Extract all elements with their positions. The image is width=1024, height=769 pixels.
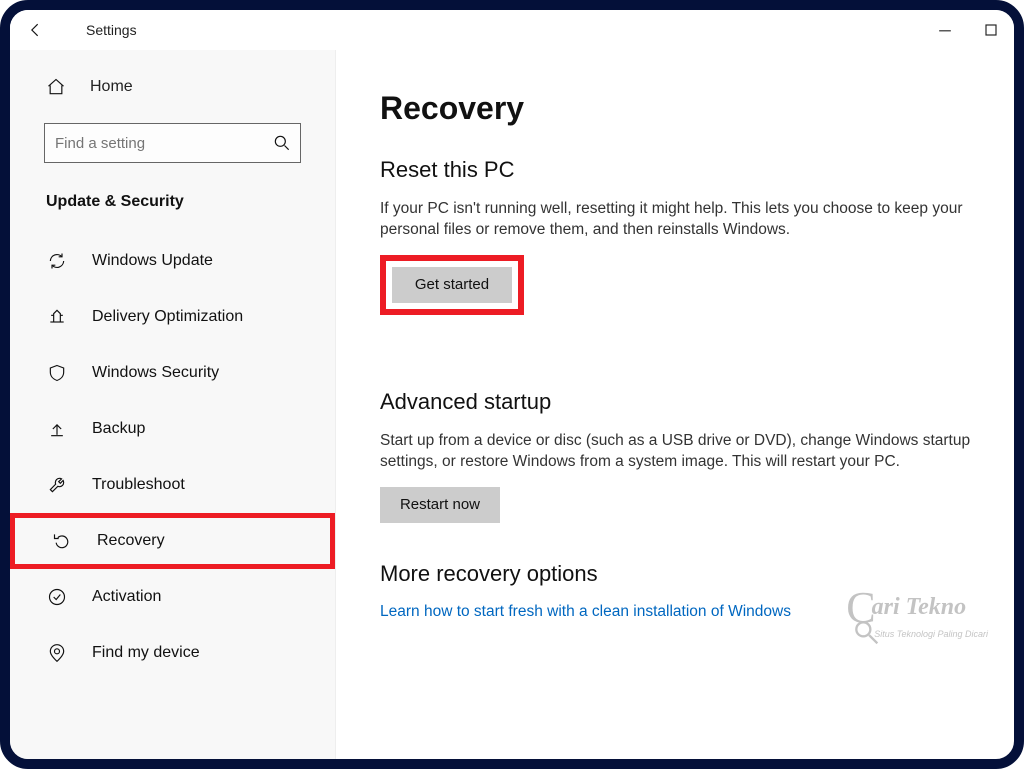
window-title: Settings xyxy=(86,22,137,38)
sidebar-nav-list: Windows Update Delivery Optimization Win… xyxy=(10,233,335,681)
home-icon xyxy=(44,77,68,97)
watermark-brand: ari Tekno xyxy=(872,594,966,621)
maximize-button[interactable] xyxy=(968,10,1014,50)
back-button[interactable] xyxy=(16,10,56,50)
backup-icon xyxy=(44,419,70,439)
delivery-icon xyxy=(44,307,70,327)
watermark-tagline: Situs Teknologi Paling Dicari xyxy=(874,629,988,639)
sidebar-item-recovery[interactable]: Recovery xyxy=(10,513,335,569)
reset-pc-heading: Reset this PC xyxy=(380,157,984,183)
sidebar-item-label: Troubleshoot xyxy=(92,476,185,494)
sidebar-item-windows-update[interactable]: Windows Update xyxy=(10,233,335,289)
reset-pc-body: If your PC isn't running well, resetting… xyxy=(380,199,984,241)
get-started-highlight: Get started xyxy=(380,255,524,315)
search-input[interactable] xyxy=(45,135,264,152)
search-icon xyxy=(264,133,300,153)
minimize-icon xyxy=(935,20,955,40)
sidebar-item-delivery-optimization[interactable]: Delivery Optimization xyxy=(10,289,335,345)
advanced-startup-body: Start up from a device or disc (such as … xyxy=(380,431,984,473)
search-box[interactable] xyxy=(44,123,301,163)
sidebar-item-label: Windows Update xyxy=(92,252,213,270)
sidebar-item-activation[interactable]: Activation xyxy=(10,569,335,625)
check-circle-icon xyxy=(44,587,70,607)
sidebar-item-label: Recovery xyxy=(97,532,165,550)
sidebar-item-label: Find my device xyxy=(92,644,200,662)
restart-now-button[interactable]: Restart now xyxy=(380,487,500,523)
sidebar-item-find-my-device[interactable]: Find my device xyxy=(10,625,335,681)
maximize-icon xyxy=(981,20,1001,40)
minimize-button[interactable] xyxy=(922,10,968,50)
sidebar-item-label: Windows Security xyxy=(92,364,219,382)
sidebar-item-backup[interactable]: Backup xyxy=(10,401,335,457)
sidebar-category-title: Update & Security xyxy=(10,181,335,233)
page-title: Recovery xyxy=(380,90,984,127)
watermark: C ari Tekno Situs Teknologi Paling Dicar… xyxy=(846,582,988,639)
sidebar-item-label: Activation xyxy=(92,588,161,606)
sidebar-item-label: Delivery Optimization xyxy=(92,308,243,326)
sync-icon xyxy=(44,251,70,271)
sidebar-item-windows-security[interactable]: Windows Security xyxy=(10,345,335,401)
recovery-icon xyxy=(49,531,75,551)
settings-window: Settings Home Update & Security xyxy=(0,0,1024,769)
main-content: Recovery Reset this PC If your PC isn't … xyxy=(336,10,1014,759)
get-started-button[interactable]: Get started xyxy=(392,267,512,303)
sidebar-home[interactable]: Home xyxy=(10,65,335,109)
location-icon xyxy=(44,643,70,663)
arrow-left-icon xyxy=(26,20,46,40)
wrench-icon xyxy=(44,475,70,495)
more-recovery-heading: More recovery options xyxy=(380,561,984,587)
sidebar-item-troubleshoot[interactable]: Troubleshoot xyxy=(10,457,335,513)
window-controls xyxy=(922,10,1014,50)
shield-icon xyxy=(44,363,70,383)
watermark-c: C xyxy=(846,582,875,633)
magnifier-icon xyxy=(854,620,882,648)
advanced-startup-heading: Advanced startup xyxy=(380,389,984,415)
sidebar-item-label: Backup xyxy=(92,420,145,438)
sidebar-home-label: Home xyxy=(90,78,133,96)
start-fresh-link[interactable]: Learn how to start fresh with a clean in… xyxy=(380,603,791,620)
sidebar: Home Update & Security Windows Update De… xyxy=(10,10,336,759)
titlebar: Settings xyxy=(10,10,1014,50)
